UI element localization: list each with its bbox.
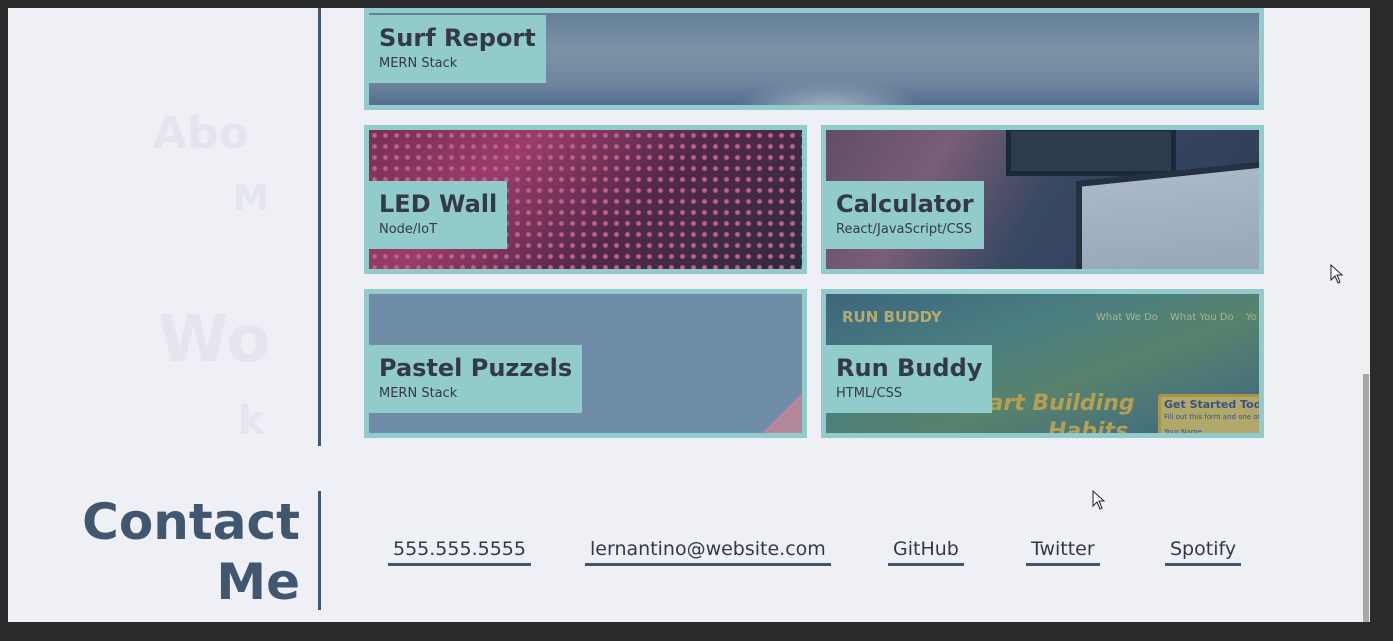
project-stack: React/JavaScript/CSS — [836, 222, 973, 237]
project-card-pastel-puzzels[interactable]: Pastel Puzzels MERN Stack — [364, 289, 807, 438]
project-label: Surf Report MERN Stack — [369, 15, 546, 83]
project-title[interactable]: LED Wall — [379, 189, 497, 219]
contact-section-title: Contact Me — [82, 492, 300, 612]
contact-link-spotify[interactable]: Spotify — [1165, 538, 1242, 566]
project-stack: MERN Stack — [379, 386, 458, 401]
project-stack: Node/IoT — [379, 222, 438, 237]
faded-nav-text: Abo — [153, 108, 249, 159]
project-title[interactable]: Calculator — [836, 189, 974, 219]
project-card-surf-report[interactable]: Surf Report MERN Stack — [364, 8, 1264, 110]
vertical-scrollbar[interactable] — [1362, 8, 1370, 622]
project-title[interactable]: Pastel Puzzels — [379, 353, 572, 383]
contact-link-twitter[interactable]: Twitter — [1026, 538, 1100, 566]
section-divider-work — [318, 8, 321, 446]
project-card-led-wall[interactable]: LED Wall Node/IoT — [364, 125, 807, 274]
contact-title-line: Me — [216, 553, 300, 611]
project-label: Pastel Puzzels MERN Stack — [369, 345, 583, 413]
project-stack: HTML/CSS — [836, 386, 903, 401]
faded-nav-text: k — [238, 398, 265, 444]
scrollbar-thumb[interactable] — [1363, 374, 1369, 622]
project-title[interactable]: Run Buddy — [836, 353, 982, 383]
project-label: Run Buddy HTML/CSS — [826, 345, 993, 413]
project-label: LED Wall Node/IoT — [369, 181, 508, 249]
project-card-run-buddy[interactable]: RUN BUDDY What We Do What You Do Yo tart… — [821, 289, 1264, 438]
project-card-calculator[interactable]: Calculator React/JavaScript/CSS — [821, 125, 1264, 274]
project-title[interactable]: Surf Report — [379, 23, 536, 53]
contact-title-line: Contact — [82, 493, 300, 551]
section-divider-contact — [318, 491, 321, 610]
contact-link-email[interactable]: lernantino@website.com — [585, 538, 831, 566]
faded-nav-text: M — [233, 178, 269, 219]
corner-image-detail — [762, 393, 802, 433]
contact-link-github[interactable]: GitHub — [888, 538, 964, 566]
faded-nav-text: Wo — [158, 303, 271, 377]
project-label: Calculator React/JavaScript/CSS — [826, 181, 984, 249]
contact-link-phone[interactable]: 555.555.5555 — [388, 538, 531, 566]
project-stack: MERN Stack — [379, 56, 458, 71]
page-viewport: Abo M Wo k Surf Report MERN Stack LED Wa… — [8, 8, 1362, 622]
